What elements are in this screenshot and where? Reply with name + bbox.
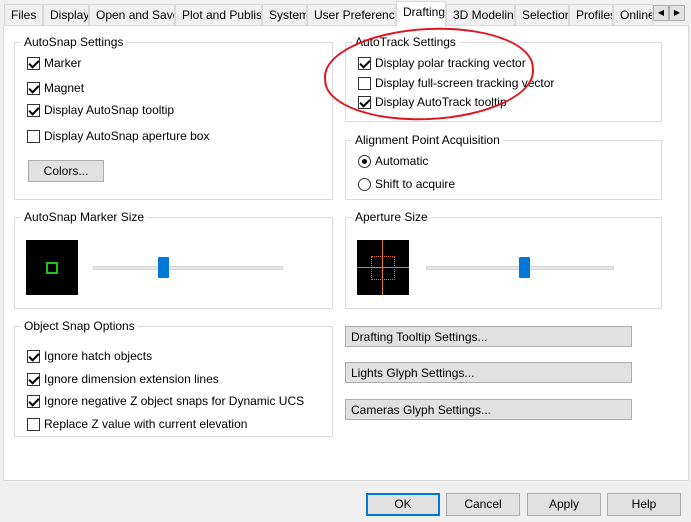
tab-system[interactable]: System — [262, 4, 307, 26]
tab-drafting[interactable]: Drafting — [396, 1, 446, 27]
ignore-dimension-label: Ignore dimension extension lines — [44, 372, 219, 386]
tab-selection[interactable]: Selection — [515, 4, 569, 26]
ignore-dimension-option[interactable]: Ignore dimension extension lines — [27, 371, 219, 387]
aperture-size-group: Aperture Size — [345, 210, 662, 309]
aperture-crosshair-horizontal — [357, 267, 409, 268]
tab-open-and-save[interactable]: Open and Save — [89, 4, 175, 26]
aperture-size-slider-thumb[interactable] — [518, 257, 530, 278]
alignment-acquisition-title: Alignment Point Acquisition — [352, 133, 503, 147]
shift-to-acquire-radio[interactable] — [358, 177, 371, 191]
ok-button[interactable]: OK — [366, 493, 440, 516]
tab-display[interactable]: Display — [43, 4, 89, 26]
aperture-preview — [357, 240, 409, 295]
cameras-glyph-settings-button[interactable]: Cameras Glyph Settings... — [345, 399, 632, 420]
ignore-negative-z-label: Ignore negative Z object snaps for Dynam… — [44, 394, 305, 408]
automatic-label: Automatic — [375, 154, 429, 168]
automatic-option[interactable]: Automatic — [358, 153, 428, 169]
object-snap-options-title: Object Snap Options — [21, 319, 138, 333]
fullscreen-tracking-label: Display full-screen tracking vector — [375, 76, 555, 90]
autosnap-settings-group: AutoSnap Settings Marker Magnet Display … — [14, 35, 333, 200]
shift-to-acquire-label: Shift to acquire — [375, 177, 456, 191]
autotrack-settings-group: AutoTrack Settings Display polar trackin… — [345, 35, 662, 122]
polar-tracking-label: Display polar tracking vector — [375, 56, 526, 70]
colors-button[interactable]: Colors... — [28, 160, 104, 182]
aperture-box-label: Display AutoSnap aperture box — [44, 129, 210, 143]
tab-3d-modeling[interactable]: 3D Modeling — [446, 4, 515, 26]
marker-size-group: AutoSnap Marker Size — [14, 210, 333, 309]
autotrack-tooltip-label: Display AutoTrack tooltip — [375, 95, 507, 109]
ignore-dimension-checkbox[interactable] — [27, 372, 40, 386]
alignment-acquisition-group: Alignment Point Acquisition Automatic Sh… — [345, 133, 662, 200]
tab-bar: Files Display Open and Save Plot and Pub… — [0, 0, 691, 27]
autotrack-tooltip-checkbox[interactable] — [358, 95, 371, 109]
ignore-negative-z-checkbox[interactable] — [27, 394, 40, 408]
marker-option[interactable]: Marker — [27, 55, 81, 71]
ignore-negative-z-option[interactable]: Ignore negative Z object snaps for Dynam… — [27, 393, 304, 409]
aperture-box-option[interactable]: Display AutoSnap aperture box — [27, 128, 209, 144]
aperture-size-title: Aperture Size — [352, 210, 431, 224]
ignore-hatch-label: Ignore hatch objects — [44, 349, 153, 363]
fullscreen-tracking-option[interactable]: Display full-screen tracking vector — [358, 75, 554, 91]
autosnap-tooltip-checkbox[interactable] — [27, 103, 40, 117]
polar-tracking-option[interactable]: Display polar tracking vector — [358, 55, 526, 71]
polar-tracking-checkbox[interactable] — [358, 56, 371, 70]
autotrack-tooltip-option[interactable]: Display AutoTrack tooltip — [358, 94, 507, 110]
marker-size-title: AutoSnap Marker Size — [21, 210, 148, 224]
magnet-checkbox[interactable] — [27, 81, 40, 95]
tab-profiles[interactable]: Profiles — [569, 4, 613, 26]
marker-size-slider-thumb[interactable] — [158, 257, 170, 278]
replace-z-checkbox[interactable] — [27, 417, 40, 431]
marker-square-icon — [46, 262, 58, 274]
tab-scroll-right-icon[interactable]: ▶ — [669, 5, 685, 21]
aperture-crosshair-vertical — [382, 240, 383, 295]
lights-glyph-settings-button[interactable]: Lights Glyph Settings... — [345, 362, 632, 383]
autosnap-tooltip-label: Display AutoSnap tooltip — [44, 103, 175, 117]
ignore-hatch-option[interactable]: Ignore hatch objects — [27, 348, 152, 364]
cancel-button[interactable]: Cancel — [446, 493, 520, 516]
automatic-radio[interactable] — [358, 154, 371, 168]
replace-z-label: Replace Z value with current elevation — [44, 417, 248, 431]
shift-to-acquire-option[interactable]: Shift to acquire — [358, 176, 455, 192]
tab-scroll-left-icon[interactable]: ◀ — [653, 5, 669, 21]
marker-size-slider-track[interactable] — [93, 266, 283, 270]
replace-z-option[interactable]: Replace Z value with current elevation — [27, 416, 247, 432]
marker-preview — [26, 240, 78, 295]
tab-user-preferences[interactable]: User Preferences — [307, 4, 396, 26]
apply-button[interactable]: Apply — [527, 493, 601, 516]
marker-label: Marker — [44, 56, 82, 70]
drafting-tooltip-settings-button[interactable]: Drafting Tooltip Settings... — [345, 326, 632, 347]
object-snap-options-group: Object Snap Options Ignore hatch objects… — [14, 319, 333, 437]
tab-files[interactable]: Files — [4, 4, 43, 26]
help-button[interactable]: Help — [607, 493, 681, 516]
tab-online[interactable]: Online — [613, 4, 653, 26]
ignore-hatch-checkbox[interactable] — [27, 349, 40, 363]
aperture-box-icon — [371, 256, 395, 280]
magnet-option[interactable]: Magnet — [27, 80, 84, 96]
autosnap-tooltip-option[interactable]: Display AutoSnap tooltip — [27, 102, 174, 118]
tab-plot-and-publish[interactable]: Plot and Publish — [175, 4, 262, 26]
aperture-box-checkbox[interactable] — [27, 129, 40, 143]
marker-checkbox[interactable] — [27, 56, 40, 70]
autosnap-settings-title: AutoSnap Settings — [21, 35, 127, 49]
fullscreen-tracking-checkbox[interactable] — [358, 76, 371, 90]
autotrack-settings-title: AutoTrack Settings — [352, 35, 459, 49]
magnet-label: Magnet — [44, 81, 85, 95]
